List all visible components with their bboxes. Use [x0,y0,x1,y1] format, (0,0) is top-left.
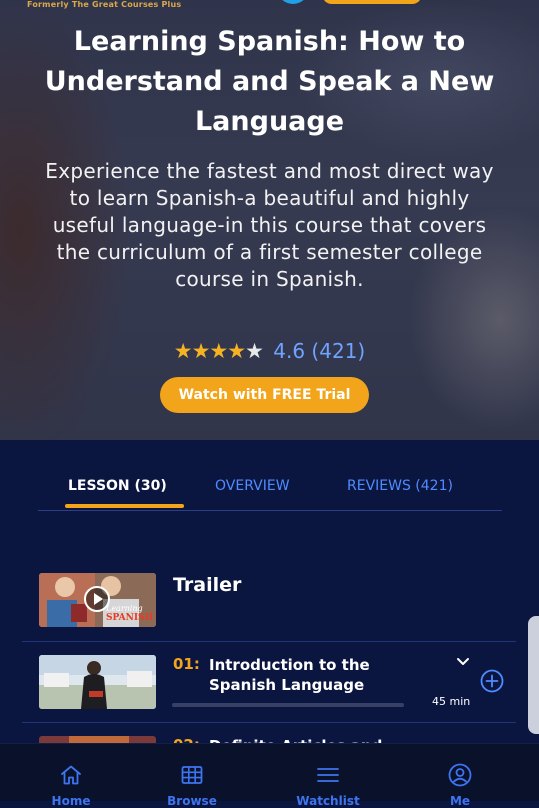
chevron-down-icon[interactable] [456,655,470,669]
nav-me-label: Me [449,794,471,808]
bottom-navigation: Home Browse Watchlist Me [0,743,539,808]
lesson-thumbnail [39,655,156,709]
lesson-title: Introduction to the Spanish Language [209,656,370,694]
tab-overview[interactable]: OVERVIEW [215,478,290,494]
trailer-thumbnail: Learning SPANISH [39,573,156,627]
nav-home[interactable]: Home [21,744,121,808]
tab-lesson[interactable]: LESSON (30) [68,478,167,494]
add-to-watchlist-icon[interactable] [480,669,504,693]
nav-browse[interactable]: Browse [142,744,242,808]
grid-icon [181,766,203,784]
brand-subtitle: Formerly The Great Courses Plus [27,0,182,9]
course-title: Learning Spanish: How to Understand and … [44,26,495,137]
active-tab-indicator [65,504,184,508]
nav-watchlist[interactable]: Watchlist [278,744,378,808]
home-icon [61,765,81,785]
thumbnail-caption: Learning SPANISH [106,604,154,623]
course-tabs: LESSON (30) OVERVIEW REVIEWS (421) [38,470,502,511]
rating-value[interactable]: 4.6 (421) [273,339,365,363]
trailer-row[interactable]: Learning SPANISH Trailer [22,560,516,642]
trailer-title: Trailer [173,574,242,596]
user-icon [448,763,472,787]
nav-home-label: Home [51,794,91,808]
nav-browse-label: Browse [167,794,217,808]
course-rating: ★★★★★ 4.6 (421) [0,338,539,364]
list-icon [317,768,339,782]
lesson-thumbnail-image [39,655,156,709]
lesson-number: 01: [173,655,200,673]
top-action-button[interactable] [322,0,422,4]
course-hero: Formerly The Great Courses Plus Learning… [0,0,539,440]
lesson-progress-bar [172,703,404,707]
watch-free-trial-button[interactable]: Watch with FREE Trial [160,377,369,413]
course-description: Experience the fastest and most direct w… [45,159,494,291]
lesson-row[interactable]: 01: Introduction to the Spanish Language… [22,641,516,723]
lesson-duration: 45 min [432,695,471,708]
tab-reviews[interactable]: REVIEWS (421) [347,478,453,494]
side-scroll-handle[interactable] [528,616,539,734]
nav-watchlist-label: Watchlist [296,794,360,808]
rating-stars-icon: ★★★★★ [173,339,264,363]
nav-me[interactable]: Me [410,744,510,808]
